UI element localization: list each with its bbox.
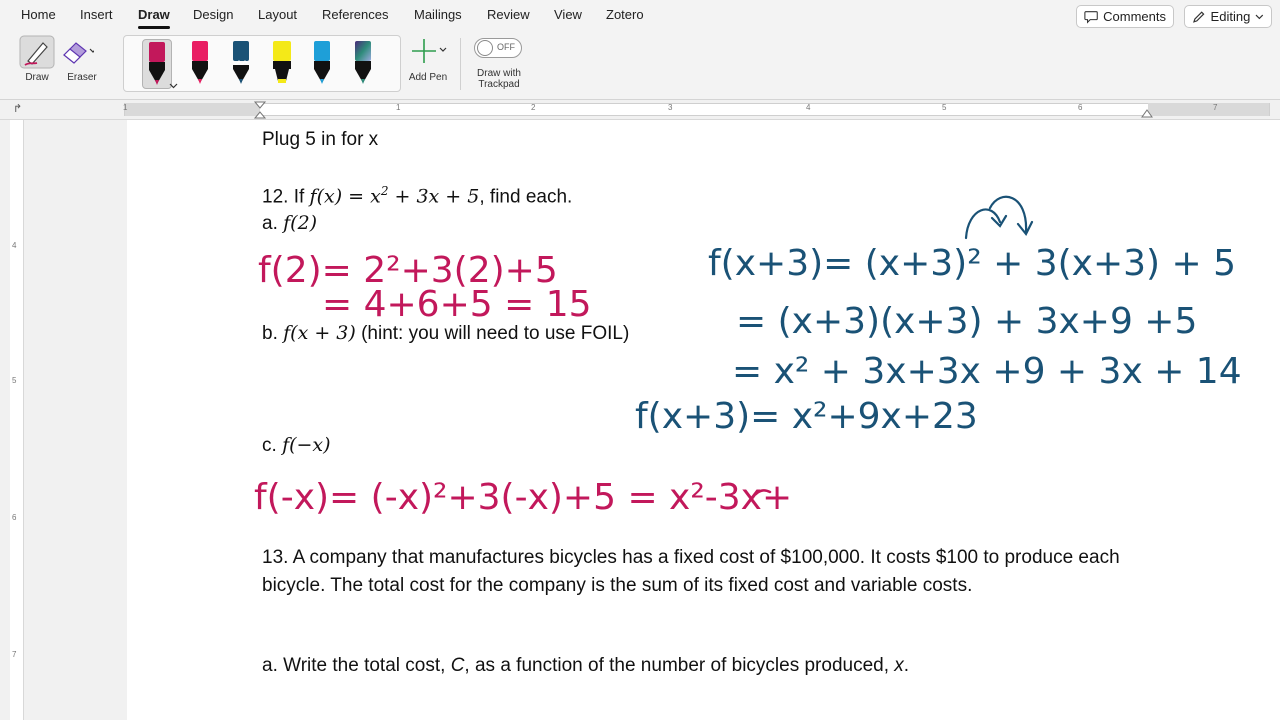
ruler-number: 2 bbox=[531, 103, 536, 112]
question-12: 12. If f(x) = x2 + 3x + 5, find each. bbox=[262, 184, 572, 208]
vruler-number: 7 bbox=[12, 650, 17, 659]
plug-line: Plug 5 in for x bbox=[262, 129, 379, 150]
tab-stop-selector-icon[interactable]: ↱ bbox=[13, 102, 22, 115]
trackpad-label-line2: Trackpad bbox=[478, 79, 520, 90]
tab-design[interactable]: Design bbox=[193, 7, 233, 22]
vruler-number: 5 bbox=[12, 376, 17, 385]
menu-bar: Home Insert Draw Design Layout Reference… bbox=[0, 0, 1280, 30]
editing-label: Editing bbox=[1210, 9, 1251, 24]
add-pen-label: Add Pen bbox=[408, 72, 448, 83]
q12-fx: f(x) = x bbox=[309, 185, 381, 208]
tab-zotero[interactable]: Zotero bbox=[606, 7, 644, 22]
pen-magenta-selected[interactable] bbox=[142, 39, 172, 89]
comments-label: Comments bbox=[1103, 9, 1166, 24]
ruler-number: 1 bbox=[123, 103, 128, 112]
pen-navy[interactable] bbox=[227, 39, 257, 89]
active-tab-indicator bbox=[138, 26, 170, 29]
vruler-number: 6 bbox=[12, 513, 17, 522]
tab-mailings[interactable]: Mailings bbox=[414, 7, 462, 22]
pen-icon bbox=[314, 41, 330, 84]
pen-icon bbox=[149, 42, 165, 85]
chevron-down-icon bbox=[1255, 14, 1264, 19]
ruler-number: 3 bbox=[668, 103, 673, 112]
q13a-prefix: a. Write the total cost, bbox=[262, 655, 451, 676]
indent-marker-icon[interactable] bbox=[254, 101, 266, 119]
trackpad-label-line1: Draw with bbox=[477, 68, 521, 79]
q12-suffix: , find each. bbox=[479, 186, 573, 208]
comments-button[interactable]: Comments bbox=[1076, 5, 1174, 28]
toggle-state: OFF bbox=[497, 42, 515, 52]
tab-home[interactable]: Home bbox=[21, 7, 56, 22]
ruler-number: 1 bbox=[396, 103, 401, 112]
ribbon-divider bbox=[460, 38, 461, 90]
right-indent-marker-icon[interactable] bbox=[1141, 108, 1153, 118]
pen-galaxy[interactable] bbox=[349, 39, 379, 89]
ruler-number: 5 bbox=[942, 103, 947, 112]
ruler-number: 7 bbox=[1213, 103, 1218, 112]
editing-mode-button[interactable]: Editing bbox=[1184, 5, 1272, 28]
q12b-math: f(x + 3) bbox=[283, 322, 356, 344]
q12b-hint: (hint: you will need to use FOIL) bbox=[355, 323, 630, 344]
q12-prefix: 12. If bbox=[262, 186, 310, 208]
ruler-right-margin bbox=[1148, 103, 1269, 116]
question-12a: a. f(2) bbox=[262, 212, 317, 235]
q12a-math: f(2) bbox=[283, 212, 318, 234]
ruler-number: 6 bbox=[1078, 103, 1083, 112]
pen-cyan[interactable] bbox=[308, 39, 338, 89]
pencil-icon bbox=[1193, 10, 1205, 23]
question-12c: c. f(−x) bbox=[262, 434, 331, 457]
vruler-number: 4 bbox=[12, 241, 17, 250]
vertical-ruler[interactable]: 4 5 6 7 bbox=[10, 120, 24, 720]
question-13: 13. A company that manufactures bicycles… bbox=[262, 547, 1120, 596]
question-13a: a. Write the total cost, C, as a functio… bbox=[262, 655, 909, 677]
q13a-x: x bbox=[894, 655, 904, 676]
q12c-label: c. bbox=[262, 435, 283, 456]
tab-insert[interactable]: Insert bbox=[80, 7, 113, 22]
pen-options-chevron-icon[interactable] bbox=[169, 83, 178, 89]
question-12b: b. f(x + 3) (hint: you will need to use … bbox=[262, 322, 629, 345]
ruler-left-margin bbox=[125, 103, 260, 116]
highlighter-yellow[interactable] bbox=[268, 39, 298, 89]
q12c-math: f(−x) bbox=[282, 434, 331, 456]
tab-review[interactable]: Review bbox=[487, 7, 530, 22]
horizontal-ruler[interactable]: ↱ 1 1 2 3 4 5 6 7 bbox=[0, 100, 1280, 120]
eraser-icon bbox=[63, 42, 94, 64]
q13a-c: C bbox=[450, 655, 465, 676]
pen-gallery bbox=[123, 35, 401, 92]
pen-icon bbox=[355, 41, 371, 84]
comment-icon bbox=[1084, 10, 1098, 24]
q13a-mid: , as a function of the number of bicycle… bbox=[464, 655, 895, 676]
draw-tool-button[interactable]: Draw bbox=[18, 35, 56, 93]
q13a-end: . bbox=[903, 655, 910, 676]
q12-rest: + 3x + 5 bbox=[388, 185, 480, 208]
add-pen-plus-icon bbox=[412, 39, 447, 63]
add-pen-button[interactable]: Add Pen bbox=[404, 36, 452, 94]
draw-pen-icon bbox=[19, 35, 55, 69]
ribbon: Draw Eraser Add Pen OFF Draw with Trackp… bbox=[0, 30, 1280, 100]
q12a-label: a. bbox=[262, 213, 284, 234]
draw-tool-label: Draw bbox=[25, 72, 49, 83]
trackpad-label-group: Draw with Trackpad bbox=[466, 68, 532, 94]
tab-draw[interactable]: Draw bbox=[138, 7, 170, 22]
ruler-number: 4 bbox=[806, 103, 811, 112]
pen-icon bbox=[192, 41, 208, 84]
q12b-label: b. bbox=[262, 323, 284, 344]
highlighter-icon bbox=[273, 41, 291, 83]
eraser-tool-button[interactable]: Eraser bbox=[60, 35, 104, 93]
draw-with-trackpad-toggle[interactable]: OFF bbox=[474, 38, 522, 58]
eraser-tool-label: Eraser bbox=[67, 72, 97, 83]
pen-pink[interactable] bbox=[186, 39, 216, 89]
tab-layout[interactable]: Layout bbox=[258, 7, 297, 22]
tab-view[interactable]: View bbox=[554, 7, 582, 22]
ruler-strip bbox=[124, 103, 1270, 116]
tab-references[interactable]: References bbox=[322, 7, 388, 22]
toggle-knob bbox=[477, 40, 493, 56]
document-page[interactable] bbox=[127, 120, 1280, 720]
pen-icon bbox=[232, 41, 250, 84]
